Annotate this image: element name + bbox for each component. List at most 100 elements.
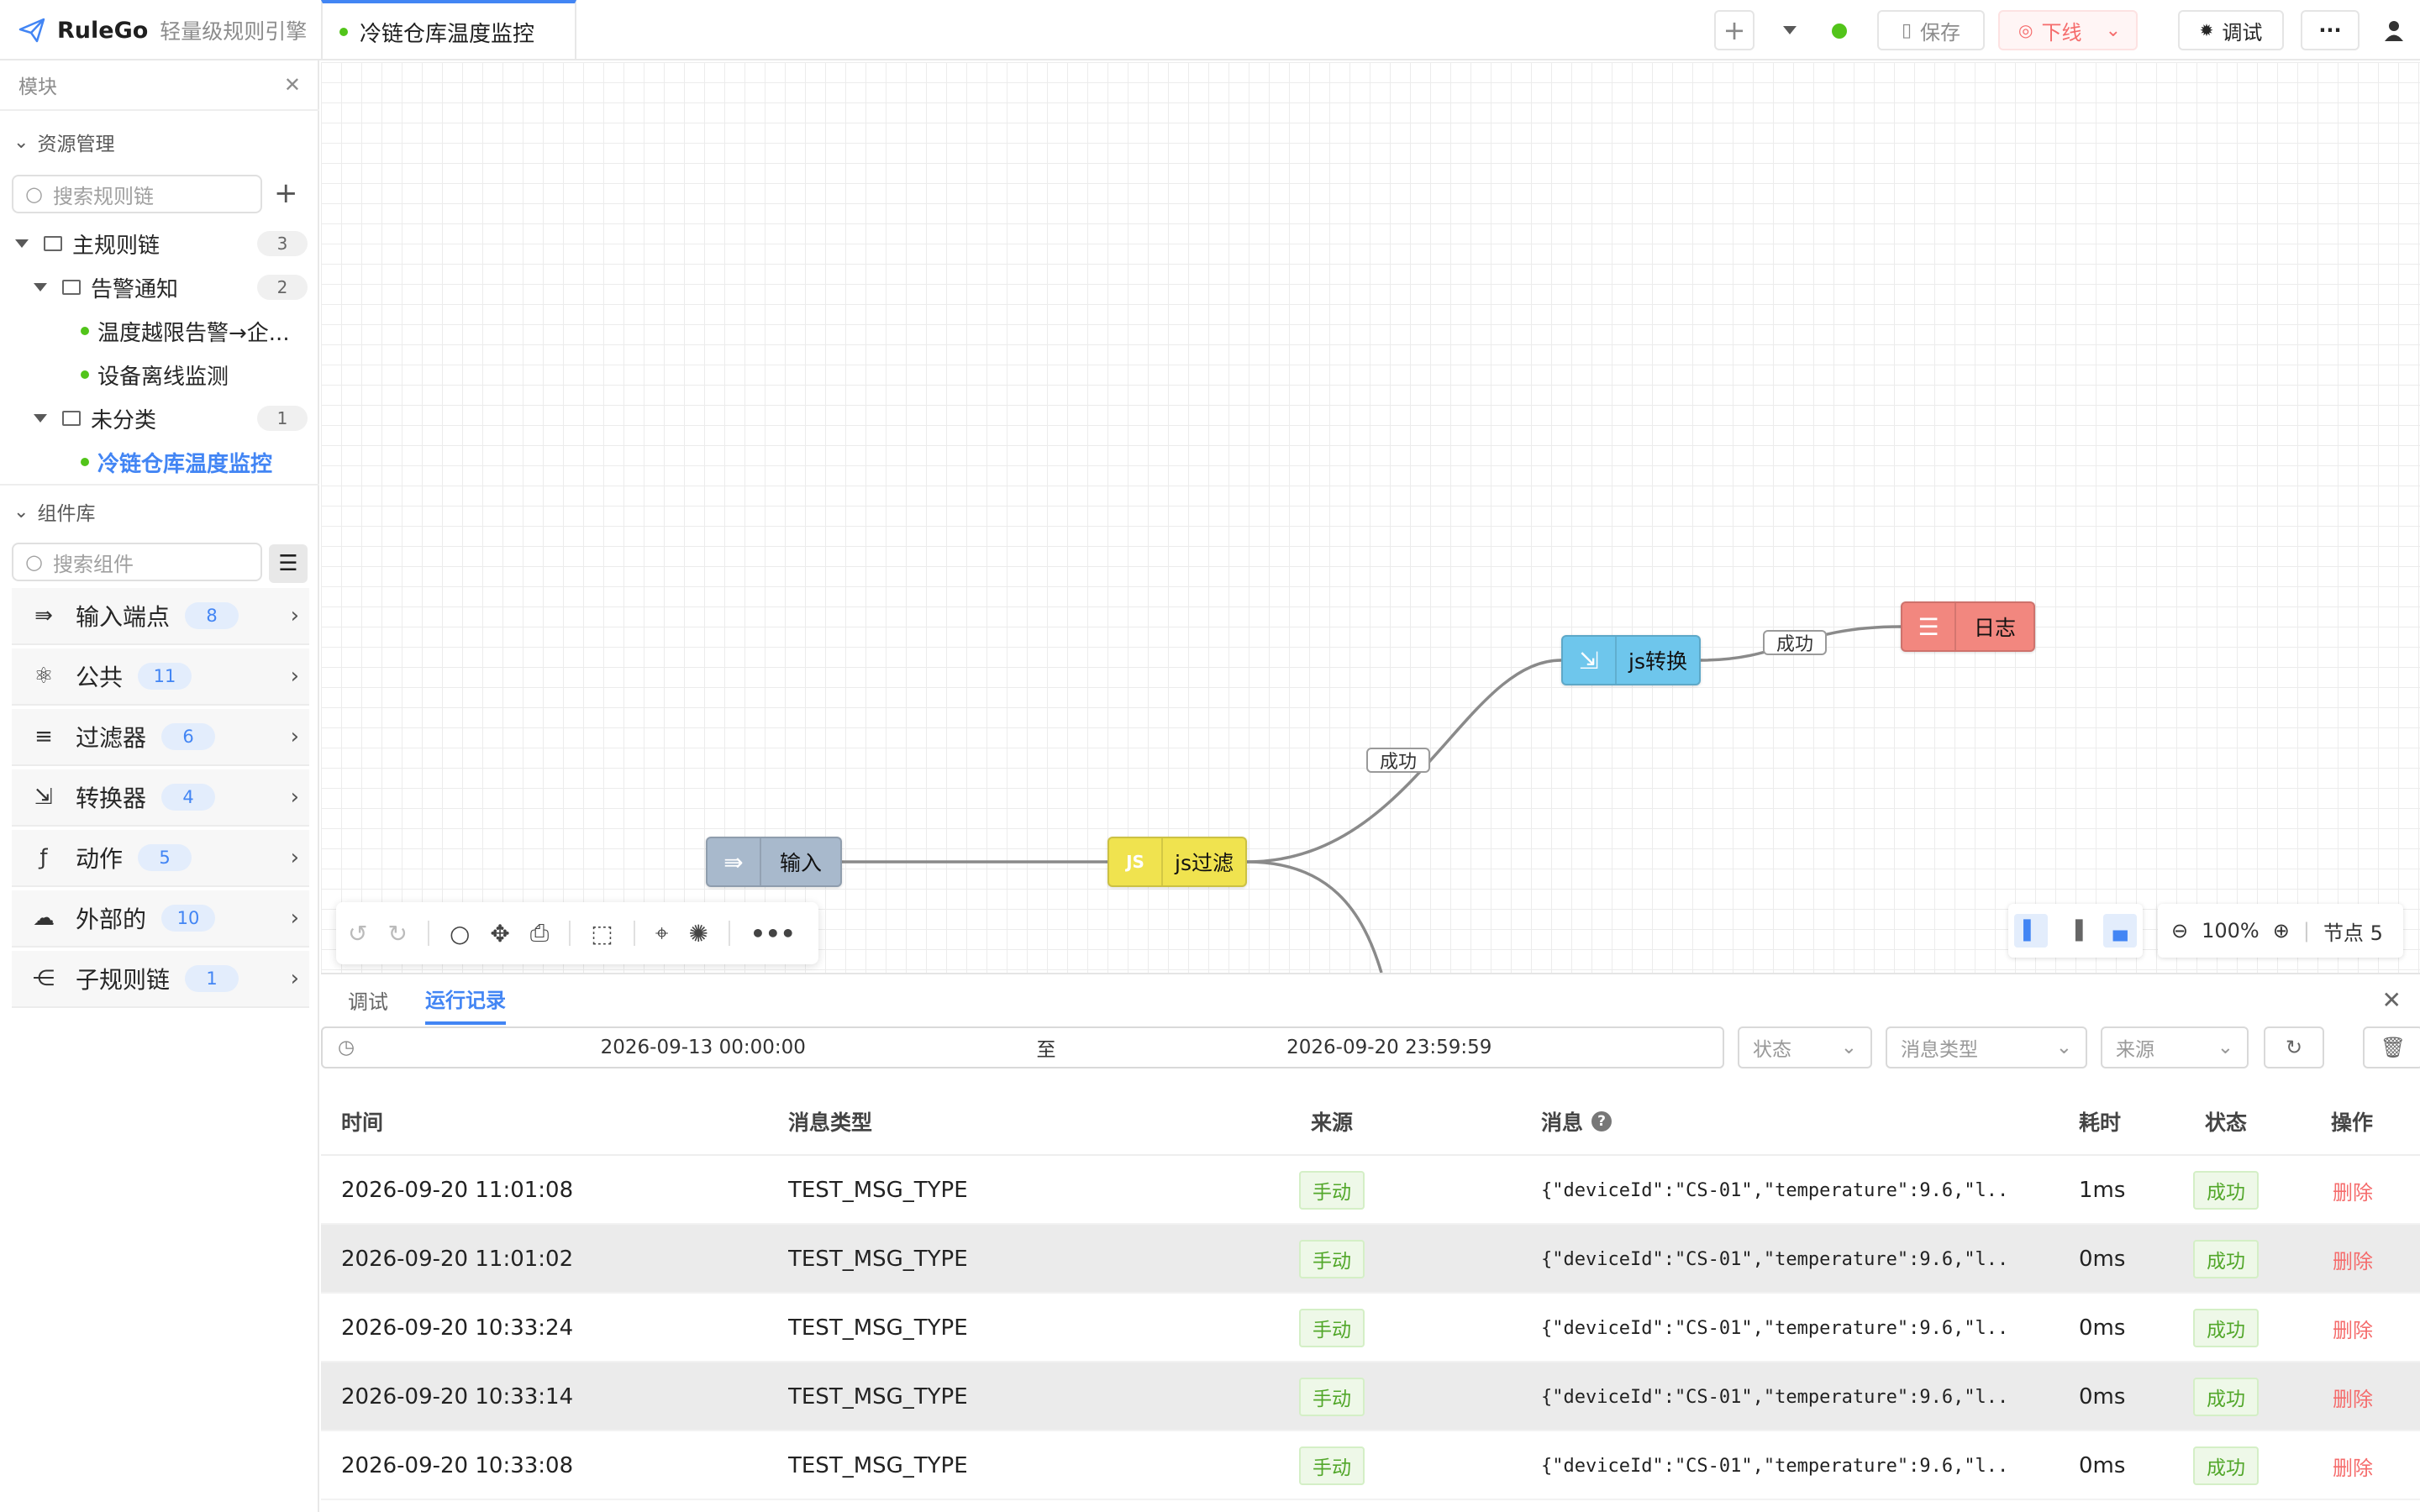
resources-section-toggle[interactable]: ⌄ 资源管理 (13, 128, 114, 156)
table-row[interactable]: 2026-09-20 10:33:24 TEST_MSG_TYPE 手动 {"d… (321, 1294, 2420, 1362)
table-row[interactable]: 2026-09-20 10:33:14 TEST_MSG_TYPE 手动 {"d… (321, 1362, 2420, 1431)
table-row[interactable]: 2026-09-20 11:01:08 TEST_MSG_TYPE 手动 {"d… (321, 1156, 2420, 1225)
edge-label-success[interactable]: 成功 (1366, 748, 1431, 773)
search-chain-input[interactable]: ○ 搜索规则链 (12, 175, 262, 213)
js-file-icon: JS (1109, 838, 1163, 885)
delete-link[interactable]: 删除 (2333, 1314, 2373, 1343)
component-group-transform[interactable]: ⇲ 转换器 4 › (12, 769, 309, 827)
delete-link[interactable]: 删除 (2333, 1176, 2373, 1205)
table-row[interactable]: 2026-09-20 10:33:08 TEST_MSG_TYPE 手动 {"d… (321, 1431, 2420, 1500)
debug-button[interactable]: ✹ 调试 (2178, 10, 2284, 50)
chevron-down-icon: ⌄ (2217, 1037, 2233, 1058)
table-row[interactable]: 2026-09-20 11:01:02 TEST_MSG_TYPE 手动 {"d… (321, 1225, 2420, 1294)
caret-dropdown-button[interactable] (1775, 10, 1805, 50)
cell-msg-type: TEST_MSG_TYPE (788, 1453, 968, 1478)
flow-canvas[interactable]: ⇛ 输入 JS js过滤 ⇲ js转换 ☰ 日志 成功 成功 ↺ ↻ ○ ✥ ⎙… (321, 62, 2420, 973)
tab-current-chain[interactable]: 冷链仓库温度监控 (321, 0, 576, 60)
edge-label-success[interactable]: 成功 (1763, 630, 1828, 655)
component-count-badge: 6 (161, 723, 216, 750)
more-menu-button[interactable]: ··· (2301, 10, 2360, 50)
clock-icon: ◷ (337, 1037, 355, 1058)
format-painter-icon[interactable]: ⎙ (530, 919, 549, 948)
tree-folder-alerts[interactable]: 告警通知 2 (0, 265, 319, 309)
delete-link[interactable]: 删除 (2333, 1452, 2373, 1481)
cell-msg-type: TEST_MSG_TYPE (788, 1247, 968, 1272)
list-view-icon[interactable]: ☰ (269, 544, 308, 583)
zoom-search-icon[interactable]: ○ (450, 920, 470, 948)
chevron-right-icon: › (290, 603, 299, 628)
components-section-toggle[interactable]: ⌄ 组件库 (13, 497, 95, 526)
right-panel-toggle-icon[interactable]: ▐ (2059, 914, 2092, 948)
cell-time: 2026-09-20 10:33:08 (341, 1453, 574, 1478)
tree-item-chain[interactable]: 设备离线监测 (0, 353, 319, 396)
redo-icon[interactable]: ↻ (387, 920, 407, 948)
component-group-action[interactable]: ƒ 动作 5 › (12, 830, 309, 887)
zoom-out-icon[interactable]: ⊖ (2171, 919, 2188, 942)
component-group-external[interactable]: ☁ 外部的 10 › (12, 890, 309, 948)
save-button[interactable]: ▯ 保存 (1877, 10, 1985, 50)
more-icon[interactable]: ••• (750, 920, 796, 948)
locate-pin-icon[interactable]: ⌖ (655, 919, 669, 948)
add-node-button[interactable]: + (1714, 10, 1754, 50)
node-input[interactable]: ⇛ 输入 (706, 837, 842, 887)
add-chain-plus-icon[interactable]: + (274, 176, 298, 210)
cell-message[interactable]: {"deviceId":"CS-01","temperature":9.6,"l… (1541, 1431, 2012, 1500)
tab-debug[interactable]: 调试 (348, 974, 388, 1025)
status-badge: 成功 (2193, 1378, 2259, 1416)
help-question-icon[interactable]: ? (1591, 1111, 1612, 1131)
cell-time: 2026-09-20 10:33:24 (341, 1315, 574, 1341)
date-range-picker[interactable]: ◷ 2026-09-13 00:00:00 至 2026-09-20 23:59… (321, 1026, 1724, 1068)
filter-bar: ◷ 2026-09-13 00:00:00 至 2026-09-20 23:59… (321, 1026, 2420, 1080)
component-group-common[interactable]: ⚛ 公共 11 › (12, 648, 309, 706)
component-group-subchain[interactable]: ⋲ 子规则链 1 › (12, 951, 309, 1008)
refresh-button[interactable]: ↻ (2264, 1026, 2324, 1068)
tree-item-chain-active[interactable]: 冷链仓库温度监控 (0, 440, 319, 484)
tab-run-records[interactable]: 运行记录 (425, 974, 506, 1025)
cell-message[interactable]: {"deviceId":"CS-01","temperature":9.6,"l… (1541, 1156, 2012, 1225)
message-type-select[interactable]: 消息类型 ⌄ (1886, 1026, 2087, 1068)
close-icon[interactable]: ✕ (284, 73, 301, 97)
component-count-badge: 5 (138, 844, 192, 871)
caret-down-icon (34, 283, 47, 291)
node-js-filter[interactable]: JS js过滤 (1107, 837, 1247, 887)
left-panel-toggle-icon[interactable]: ▌ (2013, 914, 2048, 948)
edge-filter-to-offscreen (1246, 860, 1383, 973)
status-badge: 成功 (2193, 1446, 2259, 1485)
auto-layout-icon[interactable]: ✺ (688, 920, 708, 948)
folder-icon (62, 280, 81, 295)
close-icon[interactable]: ✕ (2382, 986, 2402, 1014)
offline-button[interactable]: ◎ 下线 ⌄ (1998, 10, 2138, 50)
tree-folder-uncategorized[interactable]: 未分类 1 (0, 396, 319, 440)
cell-message[interactable]: {"deviceId":"CS-01","temperature":9.6,"l… (1541, 1294, 2012, 1362)
select-area-icon[interactable]: ⬚ (591, 920, 613, 948)
component-count-badge: 4 (161, 784, 216, 811)
move-icon[interactable]: ✥ (490, 920, 509, 948)
cell-message[interactable]: {"deviceId":"CS-01","temperature":9.6,"l… (1541, 1362, 2012, 1431)
user-icon[interactable] (2383, 18, 2405, 45)
delete-link[interactable]: 删除 (2333, 1245, 2373, 1274)
folder-icon (62, 411, 81, 426)
zoom-in-icon[interactable]: ⊕ (2273, 919, 2290, 942)
chevron-down-icon: ⌄ (1840, 1037, 1857, 1058)
node-js-transform[interactable]: ⇲ js转换 (1561, 635, 1701, 685)
cell-action: 删除 (2333, 1156, 2373, 1225)
caret-down-icon (34, 414, 47, 423)
refresh-icon: ↻ (2285, 1036, 2303, 1059)
tree-folder-main[interactable]: 主规则链 3 (0, 222, 319, 265)
node-log[interactable]: ☰ 日志 (1901, 601, 2035, 652)
component-group-input[interactable]: ⇛ 输入端点 8 › (12, 588, 309, 645)
chevron-right-icon: › (290, 664, 299, 689)
source-select[interactable]: 来源 ⌄ (2101, 1026, 2249, 1068)
folder-count-badge: 2 (257, 275, 308, 300)
tree-item-chain[interactable]: 温度越限告警→企... (0, 309, 319, 353)
cell-message[interactable]: {"deviceId":"CS-01","temperature":9.6,"l… (1541, 1225, 2012, 1294)
clear-records-button[interactable]: 🗑 (2363, 1026, 2420, 1068)
bottom-panel-toggle-icon[interactable]: ▄ (2103, 914, 2138, 948)
running-status-dot (1832, 24, 1847, 39)
component-group-filter[interactable]: ≡ 过滤器 6 › (12, 709, 309, 766)
status-select[interactable]: 状态 ⌄ (1738, 1026, 1872, 1068)
search-component-input[interactable]: ○ 搜索组件 (12, 543, 262, 581)
delete-link[interactable]: 删除 (2333, 1383, 2373, 1412)
cell-status: 成功 (2193, 1431, 2259, 1500)
undo-icon[interactable]: ↺ (348, 920, 367, 948)
